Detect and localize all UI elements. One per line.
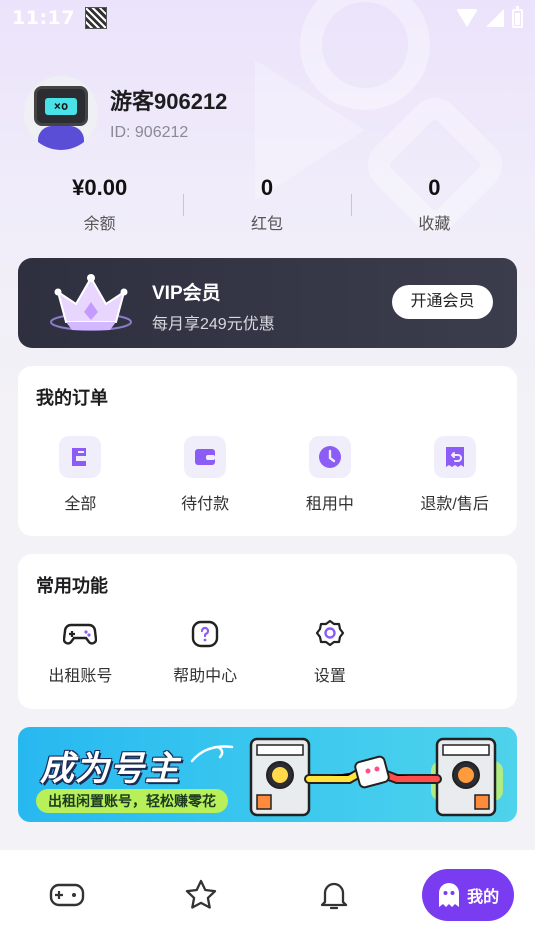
stat-red-packet[interactable]: 0 红包	[183, 174, 350, 238]
ghost-icon	[439, 883, 460, 907]
profile-text: 游客906212 ID: 906212	[110, 84, 227, 142]
function-rent-account[interactable]: 出租账号	[18, 616, 143, 686]
stat-value: 0	[260, 175, 274, 200]
order-label: 全部	[64, 496, 97, 513]
order-pending-payment[interactable]: 待付款	[143, 436, 268, 514]
become-owner-banner[interactable]: 成为号主 出租闲置账号，轻松赚零花	[18, 727, 517, 822]
status-icons	[456, 5, 523, 28]
avatar-screen: ×o	[34, 86, 88, 126]
wifi-icon	[456, 9, 478, 27]
avatar[interactable]: ×o	[24, 76, 98, 150]
banner-subtitle: 出租闲置账号，轻松赚零花	[36, 789, 228, 813]
open-vip-button[interactable]: 开通会员	[392, 285, 493, 319]
order-label: 租用中	[305, 496, 354, 513]
stat-value: 0	[428, 175, 441, 200]
function-label: 设置	[313, 668, 346, 685]
profile-header[interactable]: ×o 游客906212 ID: 906212	[24, 76, 227, 150]
avatar-body	[38, 126, 84, 150]
stats-row: ¥0.00 余额 0 红包 0 收藏	[16, 174, 518, 238]
order-label: 退款/售后	[420, 496, 489, 513]
order-label: 待付款	[181, 496, 230, 513]
clock-icon	[308, 436, 351, 478]
status-time: 11:17	[12, 7, 75, 29]
help-icon	[187, 616, 223, 652]
vip-subtitle: 每月享249元优惠	[152, 316, 275, 333]
order-refund[interactable]: 退款/售后	[392, 436, 517, 514]
vip-title: VIP会员	[152, 283, 221, 304]
nav-mine-label: 我的	[467, 889, 500, 906]
signal-icon	[486, 9, 504, 27]
function-label: 出租账号	[48, 668, 113, 685]
nav-messages[interactable]	[268, 850, 402, 940]
stat-favorites[interactable]: 0 收藏	[350, 174, 518, 238]
nav-mine[interactable]: 我的	[401, 850, 535, 940]
bell-icon	[321, 882, 348, 910]
stat-balance[interactable]: ¥0.00 余额	[16, 174, 183, 238]
functions-title: 常用功能	[36, 576, 108, 596]
functions-row: 出租账号 帮助中心 设置	[18, 616, 517, 686]
status-bar: 11:17	[0, 0, 535, 36]
wallet-icon	[184, 436, 227, 478]
banner-title: 成为号主	[40, 749, 180, 789]
order-renting[interactable]: 租用中	[268, 436, 393, 514]
function-help-center[interactable]: 帮助中心	[143, 616, 268, 686]
nav-games[interactable]	[0, 850, 134, 940]
gamepad-icon	[62, 616, 98, 652]
user-id: ID: 906212	[110, 124, 189, 141]
functions-card: 常用功能 出租账号 帮助中心 设置	[18, 554, 517, 709]
orders-row: 全部 待付款 租用中 退款/售后	[18, 436, 517, 514]
battery-icon	[512, 5, 523, 28]
banner-swoosh-icon	[190, 745, 234, 763]
gear-icon	[312, 616, 348, 652]
function-label: 帮助中心	[173, 668, 238, 685]
all-orders-icon	[59, 436, 102, 478]
nav-mine-pill[interactable]: 我的	[422, 869, 515, 921]
notification-thumbnail-icon	[84, 7, 107, 29]
stat-value: ¥0.00	[72, 175, 128, 200]
stat-label: 收藏	[418, 216, 451, 233]
bottom-nav: 我的	[0, 850, 535, 951]
nickname: 游客906212	[110, 89, 228, 114]
orders-title: 我的订单	[36, 388, 108, 408]
order-all[interactable]: 全部	[18, 436, 143, 514]
vip-card[interactable]: VIP会员 每月享249元优惠 开通会员	[18, 258, 517, 348]
star-icon	[185, 879, 216, 909]
orders-card: 我的订单 全部 待付款 租用中 退款/售后	[18, 366, 517, 536]
stat-label: 红包	[250, 216, 283, 233]
function-settings[interactable]: 设置	[268, 616, 393, 686]
handshake-machines-illustration	[249, 737, 503, 817]
avatar-face: ×o	[45, 98, 77, 115]
crown-icon	[50, 274, 132, 331]
stat-label: 余额	[83, 216, 116, 233]
gamepad-icon	[49, 883, 85, 907]
nav-favorites[interactable]	[134, 850, 268, 940]
refund-icon	[433, 436, 476, 478]
